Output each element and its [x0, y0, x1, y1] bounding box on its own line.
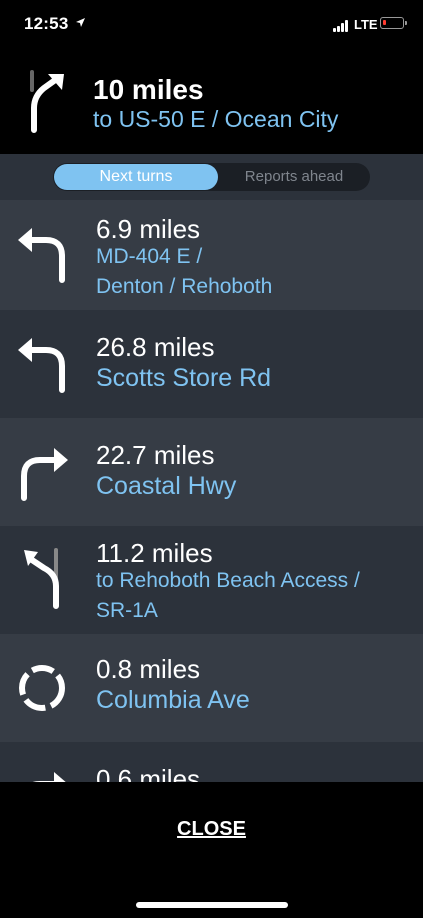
tab-reports-ahead[interactable]: Reports ahead: [218, 164, 370, 190]
bottom-bar: CLOSE: [0, 782, 423, 918]
turn-list: Next turns Reports ahead 6.9 miles MD-40…: [0, 154, 423, 782]
status-time: 12:53: [24, 14, 69, 33]
current-maneuver: 10 miles to US-50 E / Ocean City: [0, 52, 423, 154]
current-road: to US-50 E / Ocean City: [93, 106, 339, 132]
turn-left-icon: [18, 338, 65, 393]
turn-road-line2: SR-1A: [96, 599, 158, 622]
roundabout-icon: [19, 665, 65, 711]
turn-road: Scotts Store Rd: [96, 364, 272, 392]
keep-left-icon: [24, 548, 59, 609]
turn-row[interactable]: 22.7 miles Coastal Hwy: [0, 418, 423, 526]
home-indicator[interactable]: [136, 902, 288, 908]
turn-distance: 26.8 miles: [96, 332, 215, 362]
location-arrow-icon: [76, 18, 85, 27]
turn-distance: 0.8 miles: [96, 654, 201, 684]
turn-road: Columbia Ave: [96, 686, 250, 714]
turn-road: Coastal Hwy: [96, 472, 237, 500]
turn-distance: 6.9 miles: [96, 214, 201, 244]
turn-distance: 22.7 miles: [96, 440, 215, 470]
turn-road: MD-404 E /: [96, 245, 203, 268]
turn-right-icon: [32, 772, 66, 782]
segmented-control: Next turns Reports ahead: [53, 163, 370, 191]
close-button[interactable]: CLOSE: [0, 818, 423, 841]
turn-road-line2: Denton / Rehoboth: [96, 275, 273, 298]
turn-distance: 0.6 miles: [96, 764, 201, 782]
turn-row[interactable]: 0.8 miles Columbia Ave: [0, 634, 423, 742]
turn-right-icon: [30, 70, 64, 133]
turn-row[interactable]: 0.6 miles: [0, 742, 423, 782]
network-type: LTE: [354, 17, 378, 32]
turn-right-icon: [21, 448, 68, 501]
status-bar: 12:53 LTE: [0, 0, 423, 52]
cell-signal-icon: [333, 20, 349, 32]
turn-road: to Rehoboth Beach Access /: [96, 569, 360, 592]
battery-icon: [380, 17, 407, 29]
turn-distance: 11.2 miles: [96, 538, 213, 568]
turn-row[interactable]: 6.9 miles MD-404 E / Denton / Rehoboth: [0, 200, 423, 310]
current-distance: 10 miles: [93, 74, 204, 105]
turn-row[interactable]: 26.8 miles Scotts Store Rd: [0, 310, 423, 418]
tab-next-turns[interactable]: Next turns: [54, 164, 218, 190]
turn-row[interactable]: 11.2 miles to Rehoboth Beach Access / SR…: [0, 526, 423, 636]
turn-left-icon: [18, 228, 65, 283]
